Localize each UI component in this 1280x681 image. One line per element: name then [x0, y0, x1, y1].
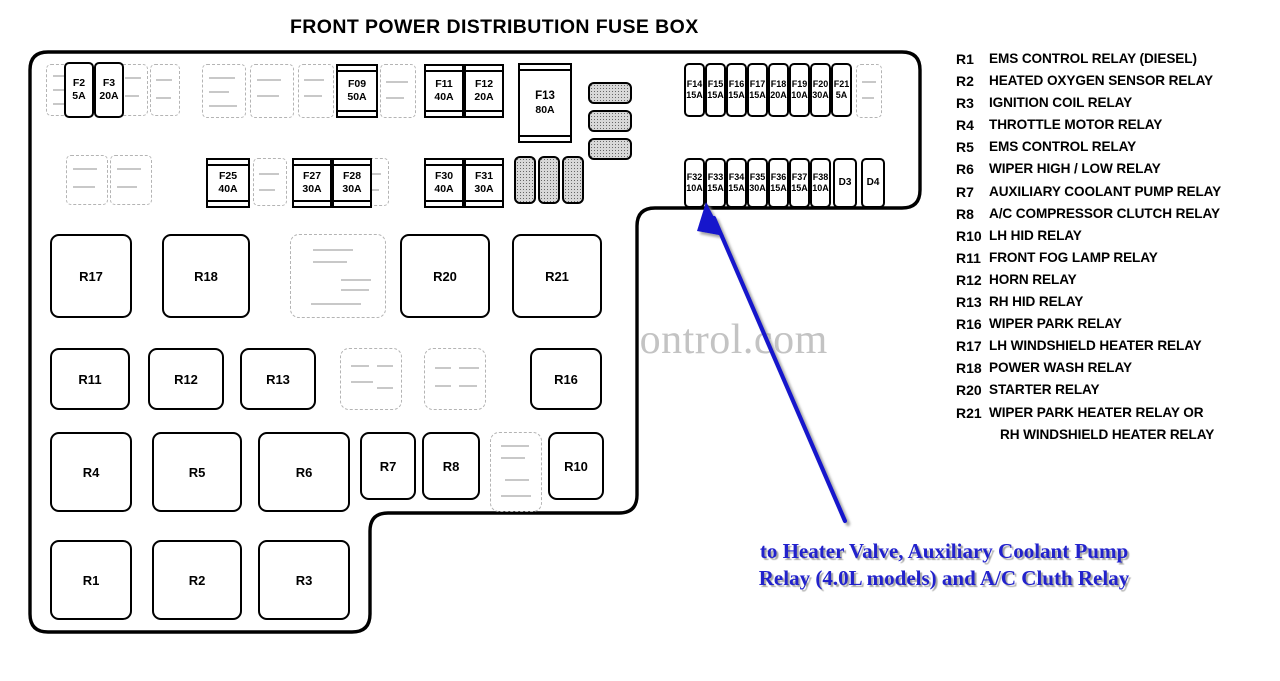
callout-line-1: to Heater Valve, Auxiliary Coolant Pump [759, 539, 1129, 563]
fuse-box-diagram: FRONT POWER DISTRIBUTION FUSE BOX Jaguar… [0, 0, 1280, 681]
callout-line-2: Relay (4.0L models) and A/C Cluth Relay [758, 565, 1130, 590]
callout-text: to Heater Valve, Auxiliary Coolant Pump … [668, 538, 1220, 592]
